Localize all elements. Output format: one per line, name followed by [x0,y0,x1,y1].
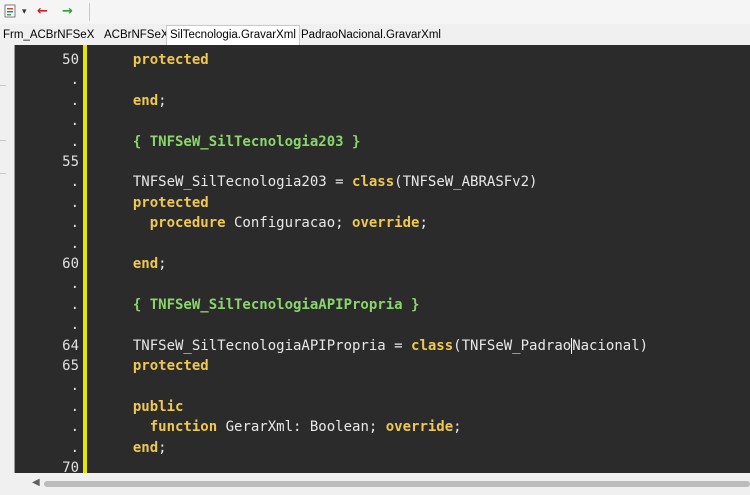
keyword-token: public [132,398,184,415]
line-number: 60 [62,256,79,272]
edit-menu-icon[interactable] [4,4,18,20]
code-token: GerarXml: Boolean; [217,419,386,436]
scrollbar-thumb[interactable] [44,481,750,487]
keyword-token: end [132,92,159,109]
edit-menu-icon-svg [4,4,16,18]
code-token: ; [158,256,167,272]
code-line[interactable]: TNFSeW_SilTecnologia203 = class(TNFSeW_A… [116,172,538,192]
code-line[interactable]: procedure Configuracao; override; [116,213,428,233]
region-comment-token: { TNFSeW_SilTecnologiaAPIPropria } [132,296,420,313]
code-line[interactable]: TNFSeW_SilTecnologiaAPIPropria = class(T… [116,336,648,356]
keyword-token: end [132,439,159,456]
line-number: . [70,378,79,395]
keyword-token: override [352,215,420,232]
code-token: ; [158,439,167,456]
line-number: . [70,276,79,293]
line-number: 50 [62,52,79,68]
tab-siltecnologia-gravarxml[interactable]: SilTecnologia.GravarXml [166,25,300,46]
code-line[interactable]: protected [116,50,209,70]
forward-arrow-icon[interactable]: → [62,4,73,20]
code-token: Nacional) [572,337,649,354]
editor-tabs: Frm_ACBrNFSeX ACBrNFSeX SilTecnologia.Gr… [0,24,750,46]
line-number: 65 [62,358,79,374]
region-comment-token: { TNFSeW_SilTecnologia203 } [132,133,361,150]
keyword-token: class [352,174,395,191]
scroll-left-icon[interactable]: ◀ [32,477,40,488]
line-number: . [70,419,79,436]
keyword-token: procedure [149,215,226,232]
tab-acbrnfsex[interactable]: ACBrNFSeX [104,26,169,44]
code-token: (TNFSeW_Padrao [453,337,572,354]
code-token: TNFSeW_SilTecnologiaAPIPropria = [116,337,412,354]
code-line[interactable]: end; [116,254,167,274]
toolbar-separator [89,3,90,21]
keyword-token: class [411,337,454,354]
code-line[interactable]: protected [116,356,209,376]
code-line[interactable]: { TNFSeW_SilTecnologia203 } [116,132,361,152]
line-number: . [70,113,79,130]
code-token: ; [453,419,462,436]
line-number: . [70,174,79,191]
left-panel-edge [0,45,14,495]
tab-frm-acbrnfsex[interactable]: Frm_ACBrNFSeX [3,26,94,44]
keyword-token: override [385,419,454,436]
keyword-token: end [132,256,159,272]
code-token: ; [419,215,428,232]
toolbar: ▾ ← → [0,0,750,24]
line-number: 55 [62,154,79,170]
keyword-token: protected [132,358,209,374]
code-line[interactable]: protected [116,193,209,213]
keyword-token: protected [132,194,209,211]
line-number: . [70,296,79,313]
horizontal-scrollbar[interactable]: ◀ [14,473,750,495]
back-arrow-icon[interactable]: ← [37,4,48,20]
keyword-token: function [149,419,218,436]
line-number: . [70,215,79,232]
line-number: 70 [62,460,79,473]
code-token: Configuracao; [225,215,353,232]
code-token: ; [158,92,167,109]
keyword-token: protected [132,52,209,68]
modified-lines-bar [83,45,87,473]
line-number: . [70,317,79,334]
line-number: . [70,439,79,456]
code-token: (TNFSeW_ABRASFv2) [394,174,538,191]
code-line[interactable]: end; [116,438,167,458]
code-line[interactable]: end; [116,91,167,111]
line-number: . [70,133,79,150]
code-editor[interactable]: 50 protected.. end;.. { TNFSeW_SilTecnol… [14,45,750,473]
code-line[interactable]: function GerarXml: Boolean; override; [116,417,462,437]
line-number: . [70,398,79,415]
code-token: TNFSeW_SilTecnologia203 = [116,174,353,191]
code-line[interactable]: public [116,397,184,417]
line-number: 64 [62,337,79,354]
line-number: . [70,72,79,89]
line-number: . [70,235,79,252]
line-number: . [70,194,79,211]
tab-padraonacional-gravarxml[interactable]: PadraoNacional.GravarXml [301,26,441,44]
dropdown-arrow-icon[interactable]: ▾ [22,4,27,20]
code-line[interactable]: { TNFSeW_SilTecnologiaAPIPropria } [116,295,420,315]
line-number: . [70,92,79,109]
